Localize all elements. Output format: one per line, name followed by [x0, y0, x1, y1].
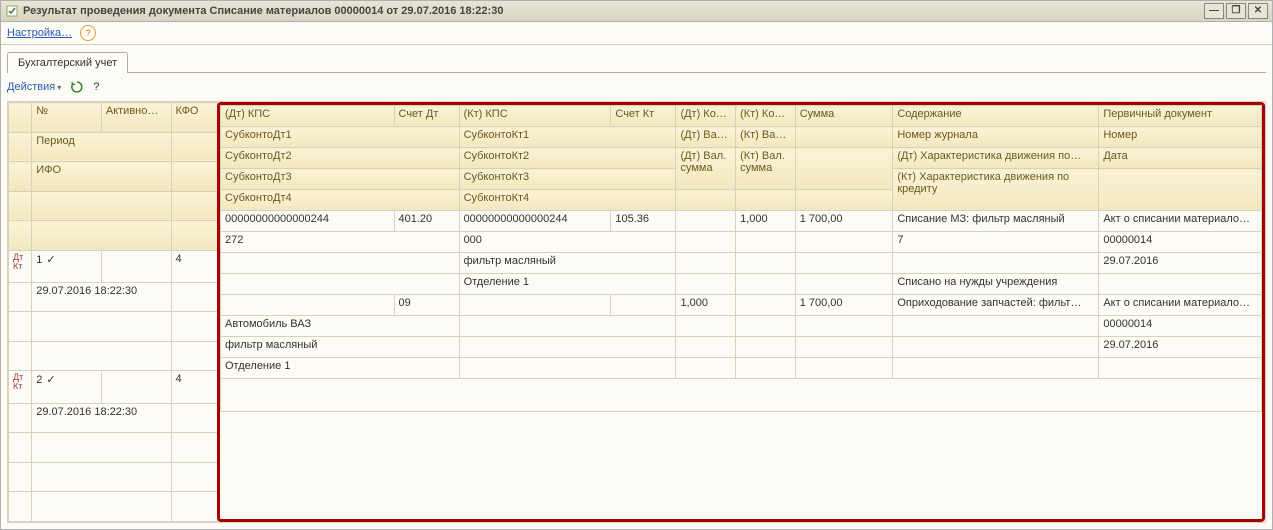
hdr-kfo[interactable]: КФО	[171, 103, 217, 133]
table-row[interactable]: 272 000 7 00000014	[221, 232, 1262, 253]
toolbar-help-icon[interactable]: ?	[93, 81, 99, 93]
table-row[interactable]: Отделение 1	[221, 358, 1262, 379]
title-bar: Результат проведения документа Списание …	[1, 1, 1272, 22]
help-icon[interactable]: ?	[80, 25, 96, 41]
red-highlight-box: (Дт) КПС Счет Дт (Кт) КПС Счет Кт (Дт) К…	[217, 102, 1265, 522]
settings-link[interactable]: Настройка…	[7, 27, 72, 39]
check-icon	[42, 254, 55, 266]
minimize-button[interactable]: —	[1204, 3, 1224, 19]
hdr-ifo[interactable]: ИФО	[32, 162, 171, 192]
table-row[interactable]: Автомобиль ВАЗ 00000014	[221, 316, 1262, 337]
hdr-icon[interactable]	[9, 103, 32, 133]
left-grid: № Активно… КФО Период ИФО	[8, 102, 218, 522]
hdr-schetkt[interactable]: Счет Кт	[611, 106, 676, 127]
tab-accounting[interactable]: Бухгалтерский учет	[7, 52, 128, 73]
table-row[interactable]: 29.07.2016 18:22:30	[9, 403, 218, 433]
table-row[interactable]: 09 1,000 1 700,00 Оприходование запчасте…	[221, 295, 1262, 316]
app-icon	[5, 4, 19, 18]
tab-strip: Бухгалтерский учет	[7, 51, 1266, 73]
menu-bar: Настройка… ?	[1, 22, 1272, 45]
hdr-num[interactable]: №	[32, 103, 102, 133]
actions-dropdown[interactable]: Действия	[7, 81, 61, 93]
table-row[interactable]: фильтр масляный 29.07.2016	[221, 337, 1262, 358]
hdr-dtkps[interactable]: (Дт) КПС	[221, 106, 395, 127]
hdr-schetdt[interactable]: Счет Дт	[394, 106, 459, 127]
hdr-period[interactable]: Период	[32, 132, 171, 162]
dtkt-icon: ДтКт	[13, 373, 27, 391]
grid-container: № Активно… КФО Период ИФО	[7, 101, 1266, 523]
table-row[interactable]: ДтКт 1 4	[9, 250, 218, 282]
close-button[interactable]: ✕	[1248, 3, 1268, 19]
hdr-ktkol[interactable]: (Кт) Коли…	[736, 106, 796, 127]
hdr-soderzh[interactable]: Содержание	[893, 106, 1099, 127]
toolbar: Действия ?	[7, 73, 1266, 101]
hdr-ktkps[interactable]: (Кт) КПС	[459, 106, 611, 127]
table-row[interactable]: 00000000000000244 401.20 000000000000002…	[221, 211, 1262, 232]
content-area: Бухгалтерский учет Действия ? № Активно……	[1, 45, 1272, 529]
table-row[interactable]: ДтКт 2 4	[9, 371, 218, 403]
dtkt-icon: ДтКт	[13, 253, 27, 271]
hdr-summa[interactable]: Сумма	[795, 106, 893, 127]
table-row[interactable]: фильтр масляный 29.07.2016	[221, 253, 1262, 274]
right-grid: (Дт) КПС Счет Дт (Кт) КПС Счет Кт (Дт) К…	[220, 105, 1262, 412]
maximize-button[interactable]: ❐	[1226, 3, 1246, 19]
hdr-pervdoc[interactable]: Первичный документ	[1099, 106, 1262, 127]
app-window: Результат проведения документа Списание …	[0, 0, 1273, 530]
hdr-dtkol[interactable]: (Дт) Коли…	[676, 106, 736, 127]
hdr-active[interactable]: Активно…	[101, 103, 171, 133]
table-row[interactable]: Отделение 1 Списано на нужды учреждения	[221, 274, 1262, 295]
table-row[interactable]: 29.07.2016 18:22:30	[9, 282, 218, 312]
window-title: Результат проведения документа Списание …	[23, 5, 503, 17]
check-icon	[42, 374, 55, 386]
refresh-icon[interactable]	[67, 77, 87, 97]
